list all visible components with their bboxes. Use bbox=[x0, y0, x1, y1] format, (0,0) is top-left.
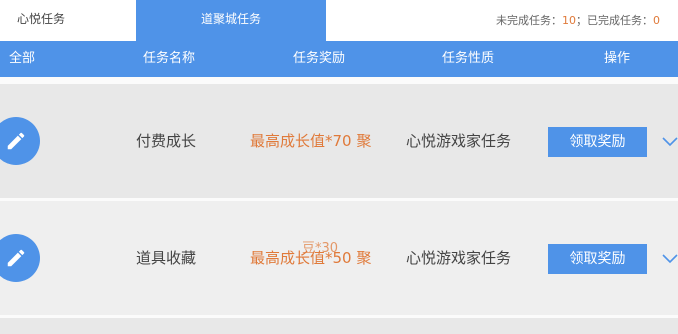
table-row: 道具收藏 最高成长值*50 聚 豆*30 心悦游戏家任务 领取奖励 bbox=[0, 201, 678, 315]
task-reward: 最高成长值*70 聚 bbox=[250, 132, 372, 150]
claim-reward-button[interactable]: 领取奖励 bbox=[548, 244, 647, 274]
table-row bbox=[0, 318, 678, 334]
chevron-down-icon[interactable] bbox=[661, 132, 678, 150]
summary-separator: ； bbox=[576, 14, 587, 27]
header-action: 操作 bbox=[603, 51, 631, 66]
incomplete-count: 10 bbox=[562, 14, 576, 27]
task-reward: 最高成长值*50 聚 bbox=[250, 249, 372, 267]
table-header: 全部 任务名称 任务奖励 任务性质 操作 bbox=[0, 41, 678, 77]
complete-count: 0 bbox=[653, 14, 660, 27]
reward-overlay-text: 豆*30 bbox=[302, 241, 339, 256]
task-name: 付费成长 bbox=[136, 132, 197, 150]
header-all[interactable]: 全部 bbox=[9, 41, 35, 77]
incomplete-label: 未完成任务： bbox=[496, 14, 562, 27]
pencil-icon bbox=[0, 234, 40, 282]
claim-reward-button[interactable]: 领取奖励 bbox=[548, 127, 647, 157]
header-task-reward: 任务奖励 bbox=[292, 51, 346, 66]
task-nature: 心悦游戏家任务 bbox=[406, 132, 512, 150]
complete-label: 已完成任务： bbox=[587, 14, 653, 27]
tab-daojucheng-tasks[interactable]: 道聚城任务 bbox=[136, 0, 326, 41]
task-tabs: 心悦任务 道聚城任务 未完成任务：10；已完成任务：0 bbox=[0, 0, 678, 41]
task-summary: 未完成任务：10；已完成任务：0 bbox=[496, 12, 660, 28]
table-row: 付费成长 最高成长值*70 聚 心悦游戏家任务 领取奖励 bbox=[0, 84, 678, 198]
chevron-down-icon[interactable] bbox=[661, 249, 678, 267]
header-task-name: 任务名称 bbox=[142, 51, 196, 66]
header-task-nature: 任务性质 bbox=[441, 51, 495, 66]
task-nature: 心悦游戏家任务 bbox=[406, 249, 512, 267]
task-name: 道具收藏 bbox=[136, 249, 197, 267]
pencil-icon bbox=[0, 117, 40, 165]
tab-xinyue-tasks[interactable]: 心悦任务 bbox=[0, 0, 82, 40]
